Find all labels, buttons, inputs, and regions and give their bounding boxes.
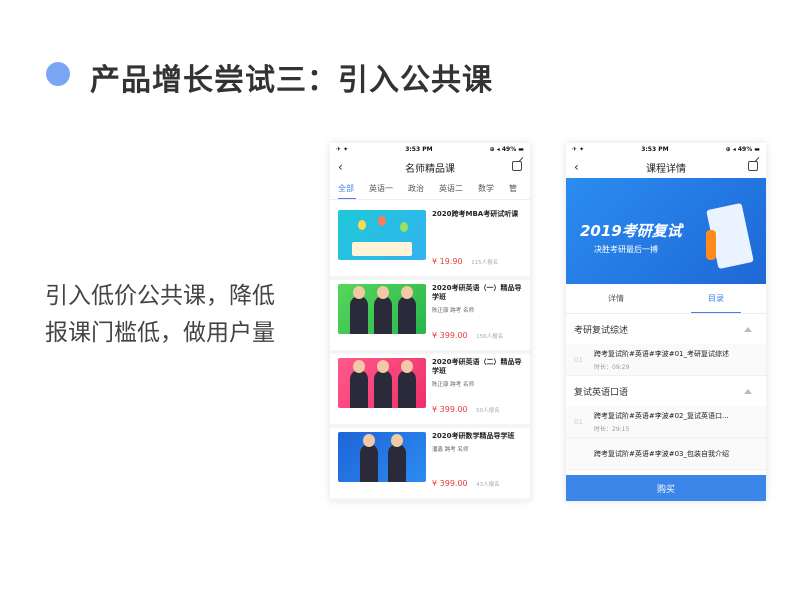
course-price: ¥ 399.00 (432, 331, 468, 340)
slide-description: 引入低价公共课，降低报课门槛低，做用户量 (45, 283, 275, 346)
buy-button[interactable]: 购买 (566, 475, 766, 501)
course-price: ¥ 399.00 (432, 479, 468, 488)
collapse-icon[interactable] (744, 326, 752, 332)
course-detail-phone-screen: ✈ ✦ 3:53 PM ⊕ ◂ 49% ▬ ‹ 课程详情 2019考研复试 决胜… (566, 143, 766, 501)
section-header[interactable]: 考研复试综述 (566, 314, 766, 344)
lesson-duration: 时长：09:29 (594, 363, 630, 371)
person-illustration (706, 230, 716, 260)
course-title: 2020考研英语（二）精品导学班 (432, 358, 522, 375)
section-title: 考研复试综述 (574, 325, 629, 336)
lesson-number: 01 (574, 417, 583, 426)
lesson-title: 跨考复试阶#英语#李波#01_考研复试综述 (594, 349, 730, 358)
lesson-item[interactable]: 01 跨考复试阶#英语#李波#02_复试英语口... 时长：29:15 (566, 406, 766, 438)
tab-catalog[interactable]: 目录 (666, 284, 766, 313)
status-battery: ⊕ ◂ 49% ▬ (725, 146, 760, 153)
back-icon[interactable]: ‹ (574, 160, 579, 174)
course-list: 2020跨考MBA考研试听课 ¥ 19.90 115人报名 2020考研英语（一… (330, 200, 530, 501)
navbar: ‹ 名师精品课 (330, 156, 530, 178)
status-time: 3:53 PM (405, 146, 433, 153)
title-bullet-dot (46, 62, 70, 86)
course-enroll-count: 43人报名 (476, 482, 500, 488)
course-enroll-count: 50人报名 (476, 408, 500, 414)
banner-subtitle: 决胜考研最后一搏 (594, 245, 658, 254)
course-teacher: 潘鑫 跨考 名师 (432, 447, 469, 453)
status-bar: ✈ ✦ 3:53 PM ⊕ ◂ 49% ▬ (566, 143, 766, 156)
tab-math[interactable]: 数学 (478, 178, 502, 199)
detail-tabs: 详情 目录 (566, 284, 766, 314)
course-teacher: 陈正康 跨考 名师 (432, 382, 474, 388)
tab-details[interactable]: 详情 (566, 284, 666, 313)
lesson-item[interactable]: 01 跨考复试阶#英语#李波#01_考研复试综述 时长：09:29 (566, 344, 766, 376)
status-signal: ✈ ✦ (336, 146, 349, 153)
slide-title: 产品增长尝试三：引入公共课 (90, 63, 493, 98)
section-header[interactable]: 复试英语口语 (566, 376, 766, 406)
course-title: 2020考研英语（一）精品导学班 (432, 284, 522, 301)
status-bar: ✈ ✦ 3:53 PM ⊕ ◂ 49% ▬ (330, 143, 530, 156)
course-teacher: 陈正康 跨考 名师 (432, 308, 474, 314)
course-title: 2020跨考MBA考研试听课 (432, 210, 519, 218)
course-banner: 2019考研复试 决胜考研最后一搏 (566, 178, 766, 284)
category-tabs: 全部 英语一 政治 英语二 数学 管 (330, 178, 530, 200)
nav-title: 课程详情 (646, 163, 686, 175)
course-enroll-count: 115人报名 (471, 260, 499, 266)
course-enroll-count: 156人报名 (476, 334, 504, 340)
lesson-duration: 时长：29:15 (594, 425, 630, 433)
tab-politics[interactable]: 政治 (408, 178, 432, 199)
status-signal: ✈ ✦ (572, 146, 585, 153)
share-icon[interactable] (748, 161, 758, 171)
back-icon[interactable]: ‹ (338, 160, 343, 174)
course-price: ¥ 19.90 (432, 257, 463, 266)
course-item[interactable]: 2020考研英语（二）精品导学班 陈正康 跨考 名师 ¥ 399.00 50人报… (330, 354, 530, 428)
tab-english-1[interactable]: 英语一 (369, 178, 401, 199)
navbar: ‹ 课程详情 (566, 156, 766, 178)
tab-english-2[interactable]: 英语二 (439, 178, 471, 199)
share-icon[interactable] (512, 161, 522, 171)
course-item[interactable]: 2020跨考MBA考研试听课 ¥ 19.90 115人报名 (330, 206, 530, 280)
course-title: 2020考研数学精品导学班 (432, 432, 515, 440)
status-battery: ⊕ ◂ 49% ▬ (489, 146, 524, 153)
nav-title: 名师精品课 (405, 163, 455, 175)
tab-all[interactable]: 全部 (338, 178, 362, 199)
course-price: ¥ 399.00 (432, 405, 468, 414)
lesson-title: 跨考复试阶#英语#李波#02_复试英语口... (594, 411, 729, 420)
course-thumbnail (338, 432, 426, 482)
course-thumbnail (338, 358, 426, 408)
course-list-phone-screen: ✈ ✦ 3:53 PM ⊕ ◂ 49% ▬ ‹ 名师精品课 全部 英语一 政治 … (330, 143, 530, 501)
course-thumbnail (338, 284, 426, 334)
banner-title: 2019考研复试 (580, 222, 682, 240)
course-thumbnail (338, 210, 426, 260)
tab-management[interactable]: 管 (509, 178, 525, 199)
collapse-icon[interactable] (744, 388, 752, 394)
course-item[interactable]: 2020考研数学精品导学班 潘鑫 跨考 名师 ¥ 399.00 43人报名 (330, 428, 530, 501)
course-item[interactable]: 2020考研英语（一）精品导学班 陈正康 跨考 名师 ¥ 399.00 156人… (330, 280, 530, 354)
lesson-number: 01 (574, 355, 583, 364)
lesson-item[interactable]: 跨考复试阶#英语#李波#03_包装自我介绍 (566, 438, 766, 470)
section-title: 复试英语口语 (574, 387, 629, 398)
lesson-title: 跨考复试阶#英语#李波#03_包装自我介绍 (594, 449, 730, 458)
status-time: 3:53 PM (641, 146, 669, 153)
